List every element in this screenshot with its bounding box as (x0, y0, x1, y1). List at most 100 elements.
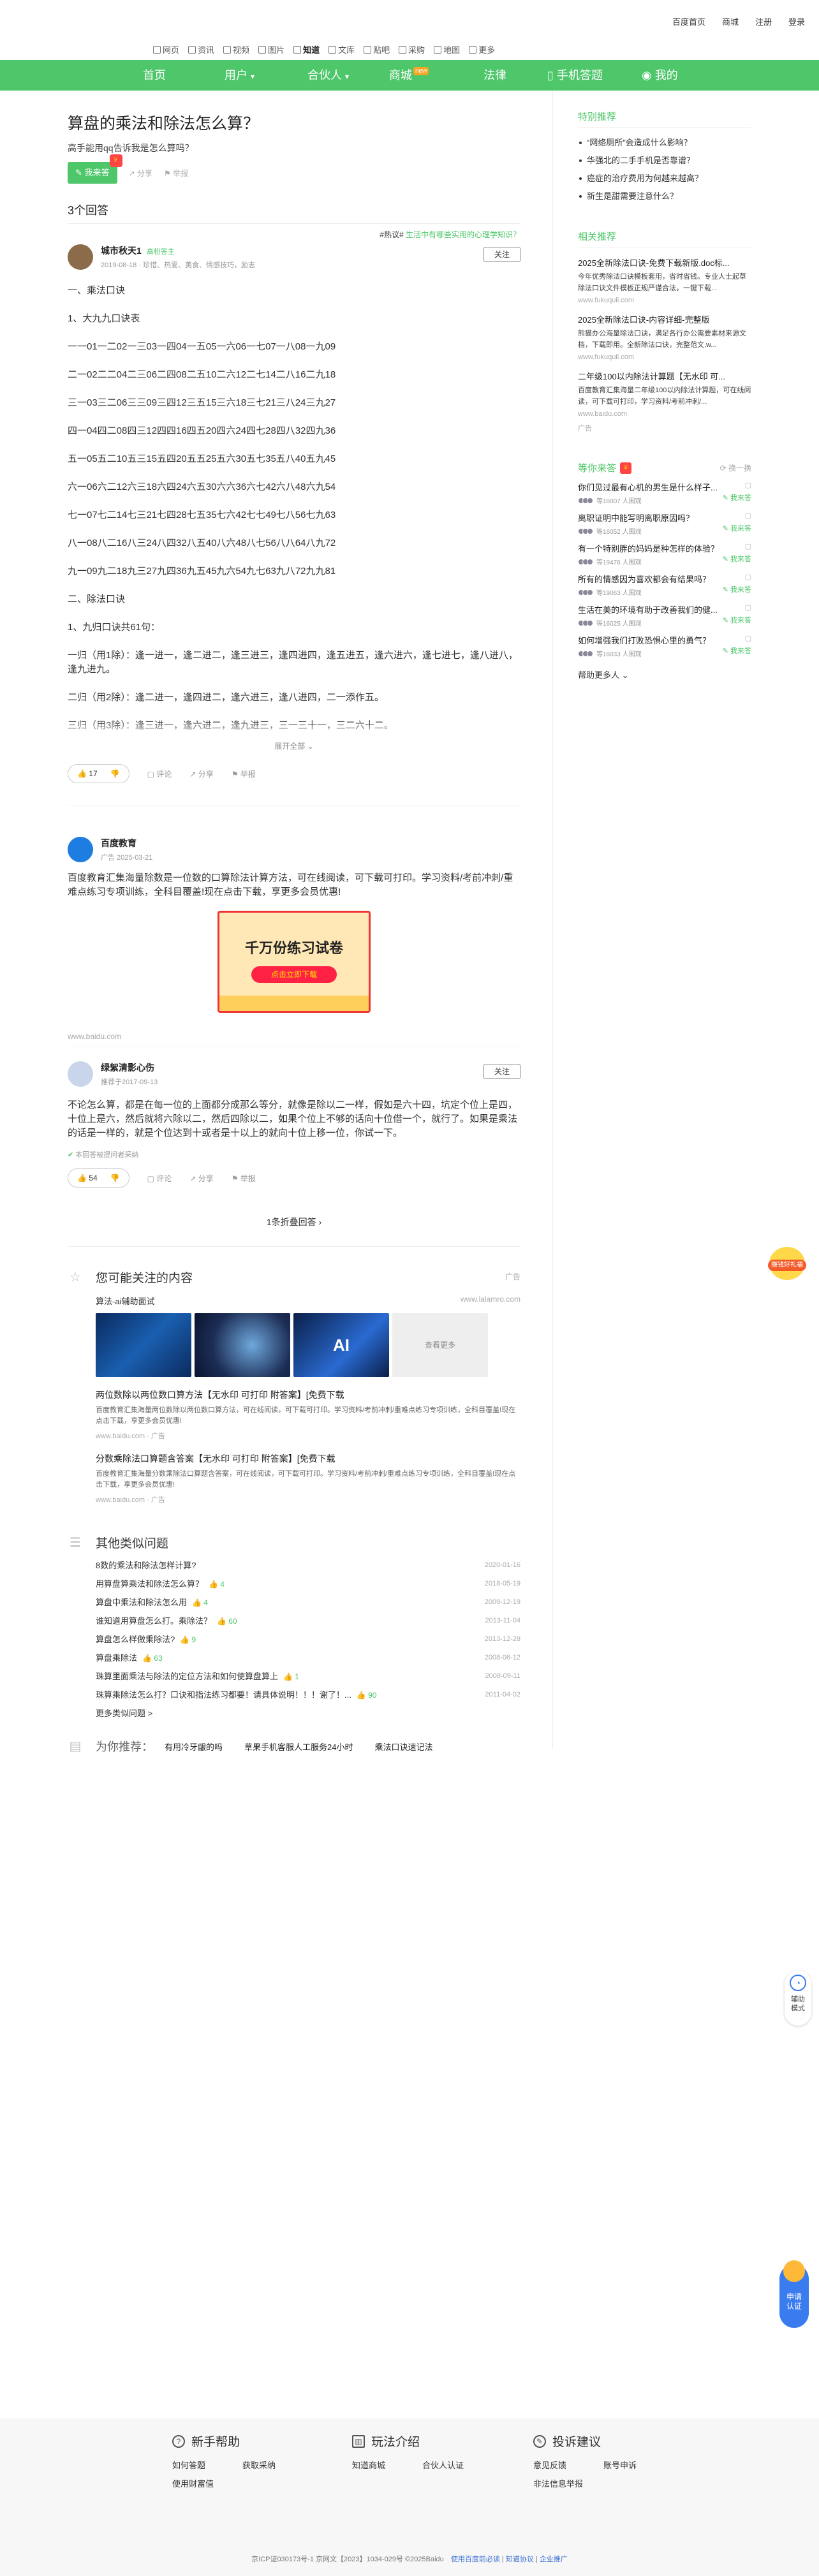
guess-item[interactable]: 你们见过最有心机的男生是什么样子... 等16007 人围观 ▢ ✎ 我来答 (578, 481, 751, 505)
other-question-row[interactable]: 谁知道用算盘怎么打。乘除法？ 👍 60 2013-11-04 (96, 1612, 520, 1630)
follow-button[interactable]: 关注 (483, 247, 520, 262)
answerer-name[interactable]: 绿絮清影心伤 (101, 1063, 154, 1073)
for-you-keyword[interactable]: 有用冷牙龈的吗 (165, 1741, 223, 1753)
related-ad[interactable]: 二年级100以内除法计算题【无水印 可... 百度教育汇集海量二年级100以内除法… (578, 370, 751, 418)
promo-float[interactable]: 赚钱好礼福 (768, 1247, 806, 1280)
guess-item[interactable]: 如何增强我们打败恐惧心里的勇气？ 等16033 人围观 ▢ ✎ 我来答 (578, 634, 751, 658)
footer-link[interactable]: 合伙人认证 (422, 2459, 492, 2471)
channel-8[interactable]: 地图 (434, 43, 460, 55)
nav-home[interactable]: 首页 (143, 60, 166, 91)
report-button[interactable]: ⚑ 举报 (232, 1173, 256, 1184)
follow-button[interactable]: 关注 (483, 1064, 520, 1079)
footer-bottom-link[interactable]: 知道协议 (506, 2556, 534, 2563)
help-more-link[interactable]: 帮助更多人 ⌄ (578, 668, 751, 681)
folded-answers-link[interactable]: 1条折叠回答 › (68, 1216, 520, 1247)
channel-4[interactable]: 知道 (293, 43, 320, 55)
guess-answer-button[interactable]: ✎ 我来答 (723, 584, 751, 594)
other-question-row[interactable]: 珠算里面乘法与除法的定位方法和如何使算盘算上 👍 1 2008-09-11 (96, 1667, 520, 1686)
other-question-row[interactable]: 珠算乘除法怎么打？口诀和指法练习都要！请具体说明！！！谢了！... 👍 90 201… (96, 1686, 520, 1704)
rec-image-ai[interactable]: AI (293, 1313, 389, 1377)
guess-answer-button[interactable]: ✎ 我来答 (723, 645, 751, 656)
hot-topic[interactable]: #热议# 生活中有哪些实用的心理学知识？ (380, 229, 520, 240)
comment-button[interactable]: ▢ 评论 (147, 769, 172, 779)
guess-answer-button[interactable]: ✎ 我来答 (723, 492, 751, 503)
footer-link[interactable]: 获取采纳 (242, 2459, 313, 2471)
view-more-tile[interactable]: 查看更多 (392, 1313, 488, 1377)
answerer-name[interactable]: 城市秋天1 (101, 246, 142, 256)
rec-item[interactable]: 分数乘除法口算题含答案【无水印 可打印 附答案】[免费下载 百度教育汇集海量分数乘… (96, 1452, 520, 1505)
expand-all-button[interactable]: 展开全部 ⌄ (68, 740, 520, 751)
guess-answer-button[interactable]: ✎ 我来答 (723, 554, 751, 564)
report-button[interactable]: ⚑ 举报 (232, 769, 256, 779)
channel-icon (258, 46, 267, 54)
other-question-row[interactable]: 用算盘算乘法和除法怎么算？ 👍 4 2018-05-19 (96, 1575, 520, 1593)
apply-certification-button[interactable]: 申请认证 (779, 2260, 809, 2328)
ad-image[interactable]: 千万份练习试卷 点击立即下载 (218, 911, 371, 1013)
channel-3[interactable]: 图片 (258, 43, 284, 55)
guess-answer-button[interactable]: ✎ 我来答 (723, 615, 751, 625)
share-button[interactable]: ↗ 分享 (129, 168, 152, 179)
footer-link[interactable]: 如何答题 (172, 2459, 242, 2471)
other-question-row[interactable]: 算盘中乘法和除法怎么用 👍 4 2009-12-19 (96, 1593, 520, 1612)
ad-source[interactable]: www.baidu.com (68, 1032, 520, 1041)
special-item[interactable]: 华强北的二手手机是否靠谱？ (578, 152, 751, 170)
footer-bottom-link[interactable]: 使用百度前必读 (451, 2556, 500, 2563)
channel-5[interactable]: 文库 (328, 43, 355, 55)
like-button[interactable]: 👍 17 (77, 765, 98, 783)
ad-name[interactable]: 百度教育 (101, 838, 136, 848)
nav-law[interactable]: 法律 (483, 60, 506, 91)
special-item[interactable]: 癌症的治疗费用为何越来越高？ (578, 170, 751, 188)
footer-link[interactable]: 账号申诉 (603, 2459, 674, 2471)
like-button[interactable]: 👍 54 (77, 1169, 98, 1187)
report-button[interactable]: ⚑ 举报 (164, 168, 188, 179)
nav-mobile-answer[interactable]: ▯ 手机答题 (547, 60, 603, 91)
share-button[interactable]: ↗ 分享 (189, 1173, 213, 1184)
other-question-row[interactable]: 算盘怎么样做乘除法? 👍 9 2013-12-28 (96, 1630, 520, 1649)
footer-bottom-link[interactable]: 企业推广 (540, 2556, 568, 2563)
other-question-row[interactable]: 8数的乘法和除法怎样计算? 2020-01-16 (96, 1556, 520, 1575)
channel-0[interactable]: 网页 (153, 43, 179, 55)
guess-item[interactable]: 生活在美的环境有助于改善我们的健... 等16025 人围观 ▢ ✎ 我来答 (578, 603, 751, 628)
nav-mall[interactable]: 商城 new (389, 60, 429, 91)
channel-7[interactable]: 采购 (399, 43, 425, 55)
special-item[interactable]: “网络厕所”会造成什么影响？ (578, 134, 751, 152)
comment-button[interactable]: ▢ 评论 (147, 1173, 172, 1184)
channel-2[interactable]: 视频 (223, 43, 249, 55)
assist-mode-button[interactable]: ◔ 辅助模式 (785, 1971, 811, 2026)
related-ad[interactable]: 2025全新除法口诀-免费下载新版.doc标... 今年优秀除法口诀模板套用，省时… (578, 256, 751, 304)
footer-link[interactable]: 知道商城 (352, 2459, 422, 2471)
guess-item[interactable]: 所有的情感因为喜欢都会有结果吗？ 等19063 人围观 ▢ ✎ 我来答 (578, 573, 751, 597)
avatar[interactable] (68, 244, 93, 270)
baidu-edu-logo[interactable] (68, 837, 93, 862)
special-item[interactable]: 新生是甜需要注意什么？ (578, 188, 751, 205)
avatar[interactable] (68, 1061, 93, 1087)
more-similar-link[interactable]: 更多类似问题 > (96, 1707, 520, 1719)
footer-link[interactable]: 使用财富值 (172, 2477, 242, 2489)
channel-bar: 网页 资讯 视频 图片 知道 文库 贴吧 采购 地图 更多 (0, 23, 819, 60)
rec-subtitle[interactable]: 算法-ai辅助面试 www.lalamro.com (96, 1295, 520, 1307)
guess-item[interactable]: 有一个特别胖的妈妈是种怎样的体验？ 等19476 人围观 ▢ ✎ 我来答 (578, 542, 751, 566)
rec-image[interactable] (195, 1313, 290, 1377)
other-question-row[interactable]: 算盘乘除法 👍 63 2008-06-12 (96, 1649, 520, 1667)
channel-9[interactable]: 更多 (469, 43, 495, 55)
rec-item[interactable]: 两位数除以两位数口算方法【无水印 可打印 附答案】[免费下载 百度教育汇集海量两位… (96, 1388, 520, 1441)
answer-button[interactable]: ✎ 我来答 ¥ (68, 154, 122, 184)
dislike-button[interactable]: 👎 (110, 765, 120, 783)
change-button[interactable]: ⟳ 换一换 (720, 462, 751, 473)
footer-link[interactable]: 非法信息举报 (533, 2477, 603, 2489)
channel-6[interactable]: 贴吧 (364, 43, 390, 55)
for-you-keyword[interactable]: 草果手机客服人工服务24小时 (244, 1741, 353, 1753)
for-you-keyword[interactable]: 乘法口诀速记法 (374, 1741, 432, 1753)
nav-me[interactable]: ◉ 我的 (642, 60, 678, 91)
related-ad[interactable]: 2025全新除法口诀-内容详细-完整版 熊猫办公海量除法口诀，满足各行办公需要素材… (578, 313, 751, 361)
guess-answer-button[interactable]: ✎ 我来答 (723, 523, 751, 533)
dislike-button[interactable]: 👎 (110, 1169, 120, 1187)
channel-1[interactable]: 资讯 (188, 43, 214, 55)
guess-item[interactable]: 离职证明中能写明离职原因吗？ 等16052 人围观 ▢ ✎ 我来答 (578, 512, 751, 536)
nav-user[interactable]: 用户 ▾ (225, 60, 255, 91)
footer-link[interactable]: 意见反馈 (533, 2459, 603, 2471)
nav-partner[interactable]: 合伙人 ▾ (307, 60, 349, 91)
rec-image[interactable] (96, 1313, 191, 1377)
ad-text[interactable]: 百度教育汇集海量除数是一位数的口算除法计算方法，可在线阅读，可下载可打印。学习资… (68, 871, 520, 899)
share-button[interactable]: ↗ 分享 (189, 769, 213, 779)
